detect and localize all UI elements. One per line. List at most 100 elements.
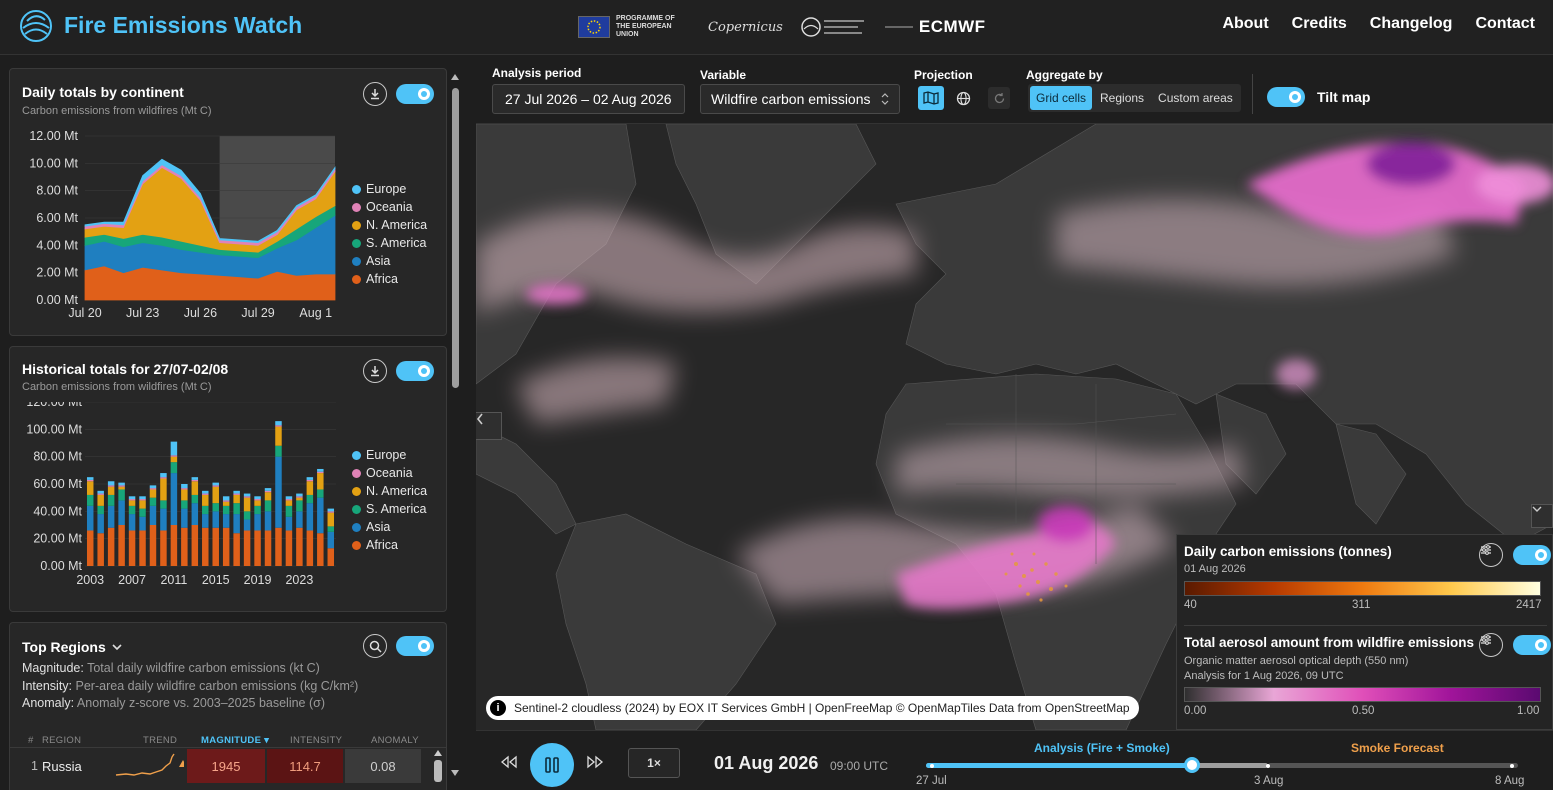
collapse-panel-button[interactable] bbox=[476, 412, 502, 440]
legend-item[interactable]: Africa bbox=[352, 536, 427, 554]
aerosol-colorbar bbox=[1184, 687, 1541, 702]
nav-about[interactable]: About bbox=[1222, 15, 1268, 33]
legend-item[interactable]: N. America bbox=[352, 482, 427, 500]
top-regions-header[interactable]: Top Regions bbox=[22, 639, 122, 655]
chevron-down-icon bbox=[1532, 506, 1542, 512]
emissions-layer-toggle[interactable] bbox=[1513, 545, 1551, 565]
aerosol-layer-toggle[interactable] bbox=[1513, 635, 1551, 655]
bar-segment-africa bbox=[139, 530, 146, 566]
daily-card-toggle[interactable] bbox=[396, 84, 434, 104]
historical-totals-card: Historical totals for 27/07-02/08 Carbon… bbox=[9, 346, 447, 612]
bar-segment-africa bbox=[243, 530, 251, 566]
analysis-period-picker[interactable]: 27 Jul 2026 – 02 Aug 2026 bbox=[492, 84, 685, 114]
bar-segment-europe bbox=[191, 477, 199, 480]
nav-changelog[interactable]: Changelog bbox=[1370, 15, 1453, 33]
search-button[interactable] bbox=[363, 634, 387, 658]
step-back-button[interactable] bbox=[500, 755, 518, 774]
bar-segment-europe bbox=[139, 496, 146, 500]
aggregate-custom-areas[interactable]: Custom areas bbox=[1152, 86, 1239, 110]
bar-segment-europe bbox=[160, 473, 167, 478]
bar-segment-s-america bbox=[275, 445, 282, 457]
download-button[interactable] bbox=[363, 82, 387, 106]
legend-item[interactable]: Asia bbox=[352, 252, 427, 270]
bar-segment-oceania bbox=[212, 485, 219, 487]
legend-label: Europe bbox=[366, 182, 407, 196]
bar-segment-oceania bbox=[181, 488, 188, 490]
partner-logos: PROGRAMME OF THE EUROPEAN UNION Copernic… bbox=[578, 12, 986, 42]
legend-item[interactable]: S. America bbox=[352, 234, 427, 252]
bar-segment-n-america bbox=[327, 512, 335, 527]
col-region[interactable]: REGION bbox=[42, 735, 81, 746]
bar-segment-africa bbox=[86, 530, 94, 566]
variable-select[interactable]: Wildfire carbon emissions bbox=[700, 84, 900, 114]
left-panel-scrollbar[interactable] bbox=[450, 70, 460, 780]
bar-segment-n-america bbox=[86, 481, 94, 495]
bar-segment-africa bbox=[212, 527, 219, 566]
scrollbar-thumb[interactable] bbox=[452, 88, 459, 388]
legend-label: N. America bbox=[366, 484, 428, 498]
forecast-track[interactable] bbox=[1268, 763, 1518, 768]
x-tick-label: 2007 bbox=[118, 573, 146, 587]
col-magnitude[interactable]: MAGNITUDE ▾ bbox=[201, 735, 269, 746]
bar-segment-asia bbox=[317, 497, 324, 534]
aerosol-settings-button[interactable] bbox=[1479, 633, 1503, 657]
bar-segment-n-america bbox=[170, 456, 178, 463]
bar-segment-n-america bbox=[107, 486, 115, 495]
play-pause-button[interactable] bbox=[530, 743, 574, 787]
table-scrollbar[interactable] bbox=[432, 750, 442, 782]
legend-item[interactable]: Oceania bbox=[352, 464, 427, 482]
tick-label-start: 27 Jul bbox=[916, 775, 947, 787]
legend-label: Asia bbox=[366, 254, 391, 268]
table-row[interactable]: 1 Russia 1945 114.7 0.08 bbox=[10, 747, 446, 783]
legend-item[interactable]: N. America bbox=[352, 216, 427, 234]
bar-segment-asia bbox=[254, 514, 261, 531]
bar-segment-oceania bbox=[170, 455, 178, 457]
bar-segment-oceania bbox=[275, 425, 282, 427]
bar-segment-europe bbox=[212, 482, 219, 486]
legend-item[interactable]: Oceania bbox=[352, 198, 427, 216]
tick-end-dot bbox=[1510, 764, 1514, 768]
step-forward-button[interactable] bbox=[586, 755, 604, 774]
bar-segment-n-america bbox=[139, 500, 146, 509]
globe-projection-button[interactable] bbox=[950, 86, 976, 110]
legend-item[interactable]: S. America bbox=[352, 500, 427, 518]
reset-view-button[interactable] bbox=[988, 87, 1010, 109]
legend-item[interactable]: Africa bbox=[352, 270, 427, 288]
aggregate-regions[interactable]: Regions bbox=[1094, 86, 1150, 110]
download-button[interactable] bbox=[363, 359, 387, 383]
bar-segment-s-america bbox=[233, 503, 240, 515]
historical-totals-chart: 0.00 Mt 20.00 Mt 40.00 Mt 60.00 Mt 80.00 Mt 1… bbox=[26, 402, 336, 587]
bar-segment-africa bbox=[222, 527, 230, 566]
flat-projection-button[interactable] bbox=[918, 86, 944, 110]
historical-card-toggle[interactable] bbox=[396, 361, 434, 381]
timeline-handle[interactable] bbox=[1184, 757, 1201, 773]
sliders-icon bbox=[1481, 635, 1491, 645]
x-tick-label: 2003 bbox=[76, 573, 104, 587]
legend-label: Africa bbox=[366, 538, 398, 552]
copernicus-logo: Copernicus bbox=[708, 19, 783, 35]
tilt-map-toggle[interactable] bbox=[1267, 87, 1305, 107]
bar-segment-oceania bbox=[296, 496, 303, 498]
legend-expand-button[interactable] bbox=[1531, 504, 1553, 528]
legend-item[interactable]: Europe bbox=[352, 446, 427, 464]
nav-credits[interactable]: Credits bbox=[1292, 15, 1347, 33]
col-intensity[interactable]: INTENSITY bbox=[290, 735, 342, 746]
magnitude-description: Magnitude: Total daily wildfire carbon e… bbox=[22, 661, 320, 675]
emissions-tick-min: 40 bbox=[1184, 599, 1197, 611]
nav-contact[interactable]: Contact bbox=[1475, 15, 1535, 33]
legend-item[interactable]: Europe bbox=[352, 180, 427, 198]
emissions-settings-button[interactable] bbox=[1479, 543, 1503, 567]
col-anomaly[interactable]: ANOMALY bbox=[371, 735, 419, 746]
aggregate-grid-cells[interactable]: Grid cells bbox=[1030, 86, 1093, 110]
legend-item[interactable]: Asia bbox=[352, 518, 427, 536]
top-regions-toggle[interactable] bbox=[396, 636, 434, 656]
openstreetmap-link[interactable]: OpenStreetMap bbox=[1045, 701, 1130, 715]
bar-segment-africa bbox=[107, 527, 115, 566]
map-view[interactable]: i Sentinel-2 cloudless (2024) by EOX IT … bbox=[476, 124, 1553, 730]
app-header: Fire Emissions Watch PROGRAMME OF THE EU… bbox=[0, 0, 1553, 55]
playback-speed-button[interactable]: 1× bbox=[628, 748, 680, 778]
anomaly-description: Anomaly: Anomaly z-score vs. 2003–2025 b… bbox=[22, 696, 326, 710]
info-icon[interactable]: i bbox=[490, 700, 506, 716]
legend-label: S. America bbox=[366, 502, 427, 516]
openmaptiles-link[interactable]: OpenMapTiles bbox=[908, 701, 986, 715]
